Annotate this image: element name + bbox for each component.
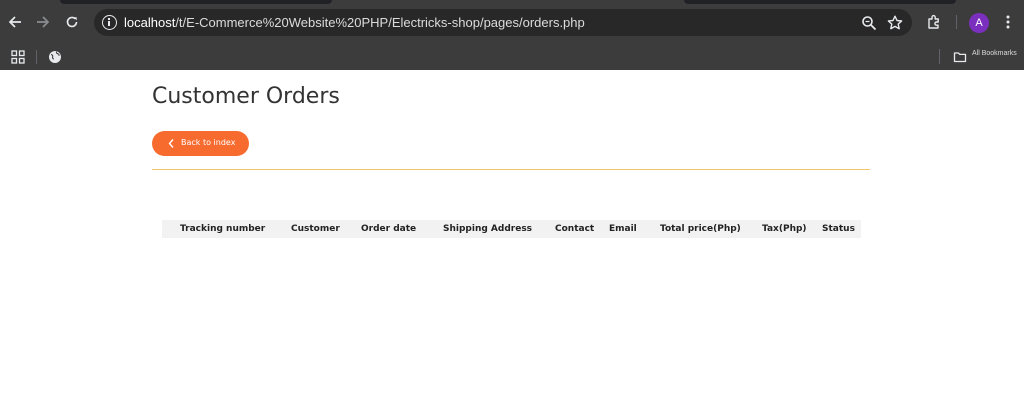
avatar[interactable]: A <box>969 13 989 33</box>
back-arrow-icon[interactable] <box>5 12 25 32</box>
folder-icon[interactable] <box>953 49 967 63</box>
star-icon[interactable] <box>886 14 904 32</box>
column-header-tracking-number: Tracking number <box>180 224 266 234</box>
apps-grid-icon[interactable] <box>11 49 25 64</box>
column-header-tax: Tax(Php) <box>762 224 807 234</box>
page-content: Customer Orders Back to index Tracking n… <box>0 70 1024 402</box>
tab-edge <box>60 0 332 4</box>
globe-icon[interactable] <box>48 49 62 63</box>
column-header-email: Email <box>609 224 637 234</box>
zoom-icon[interactable] <box>860 14 878 32</box>
reload-icon[interactable] <box>62 12 82 32</box>
info-icon[interactable] <box>102 15 117 30</box>
address-bar[interactable]: localhost/t/E-Commerce%20Website%20PHP/E… <box>94 9 912 36</box>
forward-arrow-icon[interactable] <box>33 12 53 32</box>
column-header-customer: Customer <box>291 224 340 234</box>
column-header-order-date: Order date <box>361 224 417 234</box>
chevron-left-icon <box>168 139 174 148</box>
bookmarks-separator <box>36 50 37 64</box>
orders-table-header: Tracking number Customer Order date Ship… <box>162 220 861 238</box>
tab-edge <box>684 0 956 4</box>
bookmarks-separator <box>939 49 940 64</box>
toolbar-separator <box>956 15 957 29</box>
column-header-shipping-address: Shipping Address <box>443 224 533 234</box>
column-header-contact: Contact <box>555 224 595 234</box>
section-divider <box>152 169 870 170</box>
column-header-status: Status <box>822 224 855 234</box>
kebab-menu-icon[interactable] <box>999 13 1017 31</box>
page-title: Customer Orders <box>152 84 340 109</box>
bookmarks-bar: All Bookmarks <box>0 44 1024 70</box>
back-to-index-button[interactable]: Back to index <box>152 131 249 156</box>
all-bookmarks-label[interactable]: All Bookmarks <box>972 50 1017 57</box>
back-to-index-label: Back to index <box>181 138 236 147</box>
url-text: localhost/t/E-Commerce%20Website%20PHP/E… <box>124 15 585 30</box>
browser-toolbar: localhost/t/E-Commerce%20Website%20PHP/E… <box>0 0 1024 44</box>
extensions-icon[interactable] <box>926 13 944 31</box>
column-header-total-price: Total price(Php) <box>660 224 741 234</box>
